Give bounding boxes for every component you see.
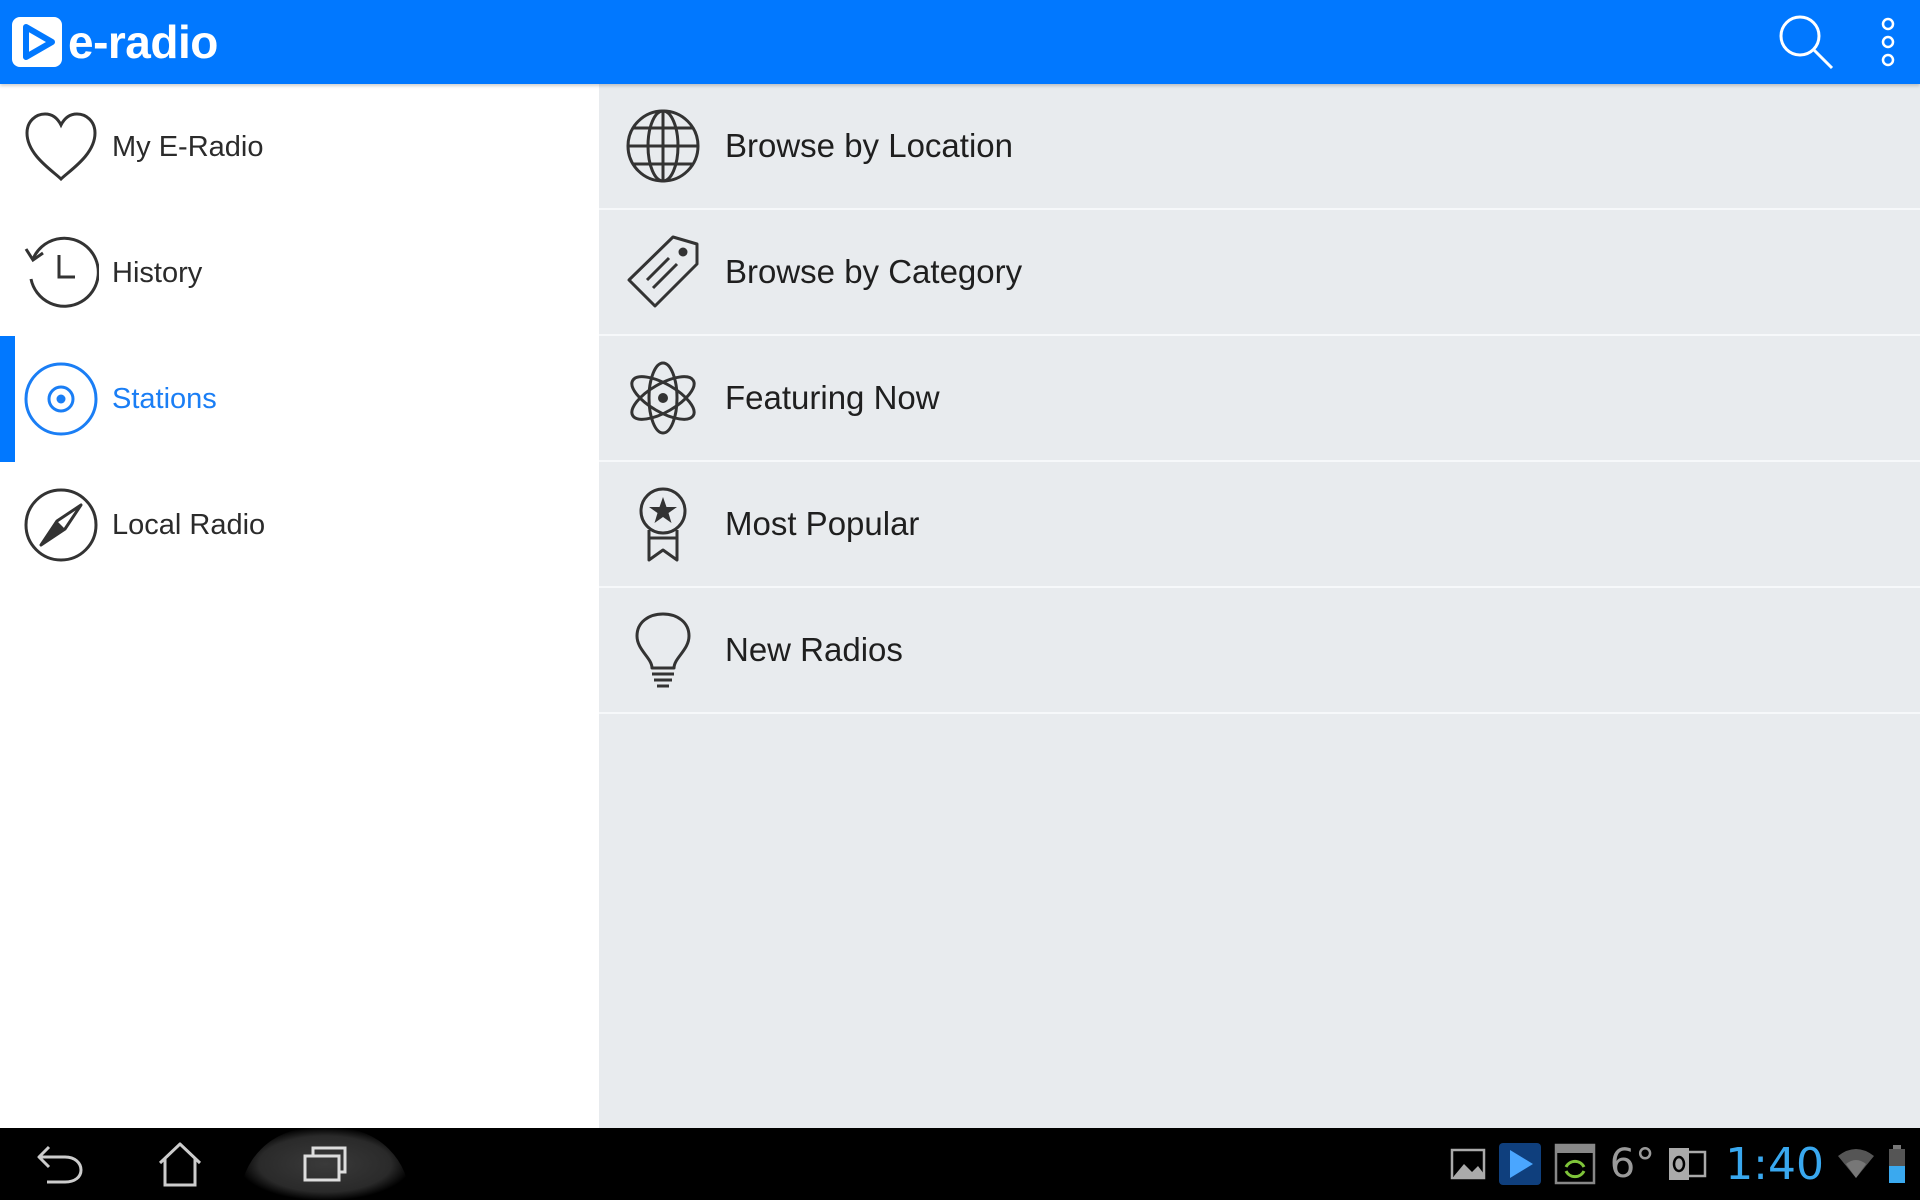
history-icon [23, 235, 99, 311]
drawer-item-label: Stations [112, 382, 217, 415]
lightbulb-icon [625, 612, 701, 688]
browse-list: Browse by Location Browse by Category Fe… [599, 84, 1920, 1128]
outlook-notification-icon[interactable] [1667, 1128, 1707, 1200]
wifi-icon [1836, 1128, 1876, 1200]
active-indicator [0, 336, 15, 462]
tag-icon [625, 234, 701, 310]
drawer-item-my-e-radio[interactable]: My E-Radio [0, 84, 599, 210]
back-icon [37, 1145, 83, 1184]
drawer-item-stations[interactable]: Stations [0, 336, 599, 462]
drawer-item-history[interactable]: History [0, 210, 599, 336]
stations-target-icon [23, 361, 99, 437]
atom-icon [625, 360, 701, 436]
globe-icon [625, 108, 701, 184]
overflow-menu-button[interactable] [1866, 0, 1910, 84]
recent-apps-button[interactable] [240, 1128, 410, 1200]
app-bar: e-radio [0, 0, 1920, 84]
row-label: Browse by Location [725, 127, 1013, 164]
row-label: New Radios [725, 631, 903, 668]
most-popular-row[interactable]: Most Popular [599, 462, 1920, 588]
drawer-item-label: History [112, 256, 203, 289]
battery-icon [1888, 1128, 1906, 1200]
recent-apps-icon [303, 1146, 347, 1182]
app-logo[interactable]: e-radio [12, 0, 218, 84]
drawer-item-label: My E-Radio [112, 130, 264, 163]
download-notification-icon[interactable] [1554, 1128, 1596, 1200]
home-icon [158, 1142, 202, 1187]
system-navigation-bar: 6° 1:40 [0, 1128, 1920, 1200]
award-badge-icon [625, 486, 701, 562]
browse-by-location-row[interactable]: Browse by Location [599, 84, 1920, 210]
e-radio-notification-icon[interactable] [1498, 1128, 1542, 1200]
status-area: 6° 1:40 [1438, 1128, 1920, 1200]
status-clock[interactable]: 1:40 [1725, 1139, 1824, 1190]
search-button[interactable] [1766, 0, 1846, 84]
navigation-drawer: My E-Radio History Stations Local Radio [0, 84, 599, 1128]
home-button[interactable] [120, 1128, 240, 1200]
weather-temperature[interactable]: 6° [1610, 1141, 1655, 1187]
heart-icon [23, 109, 99, 185]
row-label: Most Popular [725, 505, 920, 542]
back-button[interactable] [0, 1128, 120, 1200]
gallery-notification-icon[interactable] [1450, 1128, 1486, 1200]
browse-by-category-row[interactable]: Browse by Category [599, 210, 1920, 336]
overflow-menu-icon [1881, 17, 1895, 67]
drawer-item-local-radio[interactable]: Local Radio [0, 462, 599, 588]
row-label: Featuring Now [725, 379, 940, 416]
search-icon [1779, 15, 1834, 70]
drawer-item-label: Local Radio [112, 508, 266, 541]
new-radios-row[interactable]: New Radios [599, 588, 1920, 714]
featuring-now-row[interactable]: Featuring Now [599, 336, 1920, 462]
compass-icon [23, 487, 99, 563]
row-label: Browse by Category [725, 253, 1023, 290]
app-brand-name: e-radio [68, 16, 218, 68]
play-logo-icon [12, 17, 62, 67]
